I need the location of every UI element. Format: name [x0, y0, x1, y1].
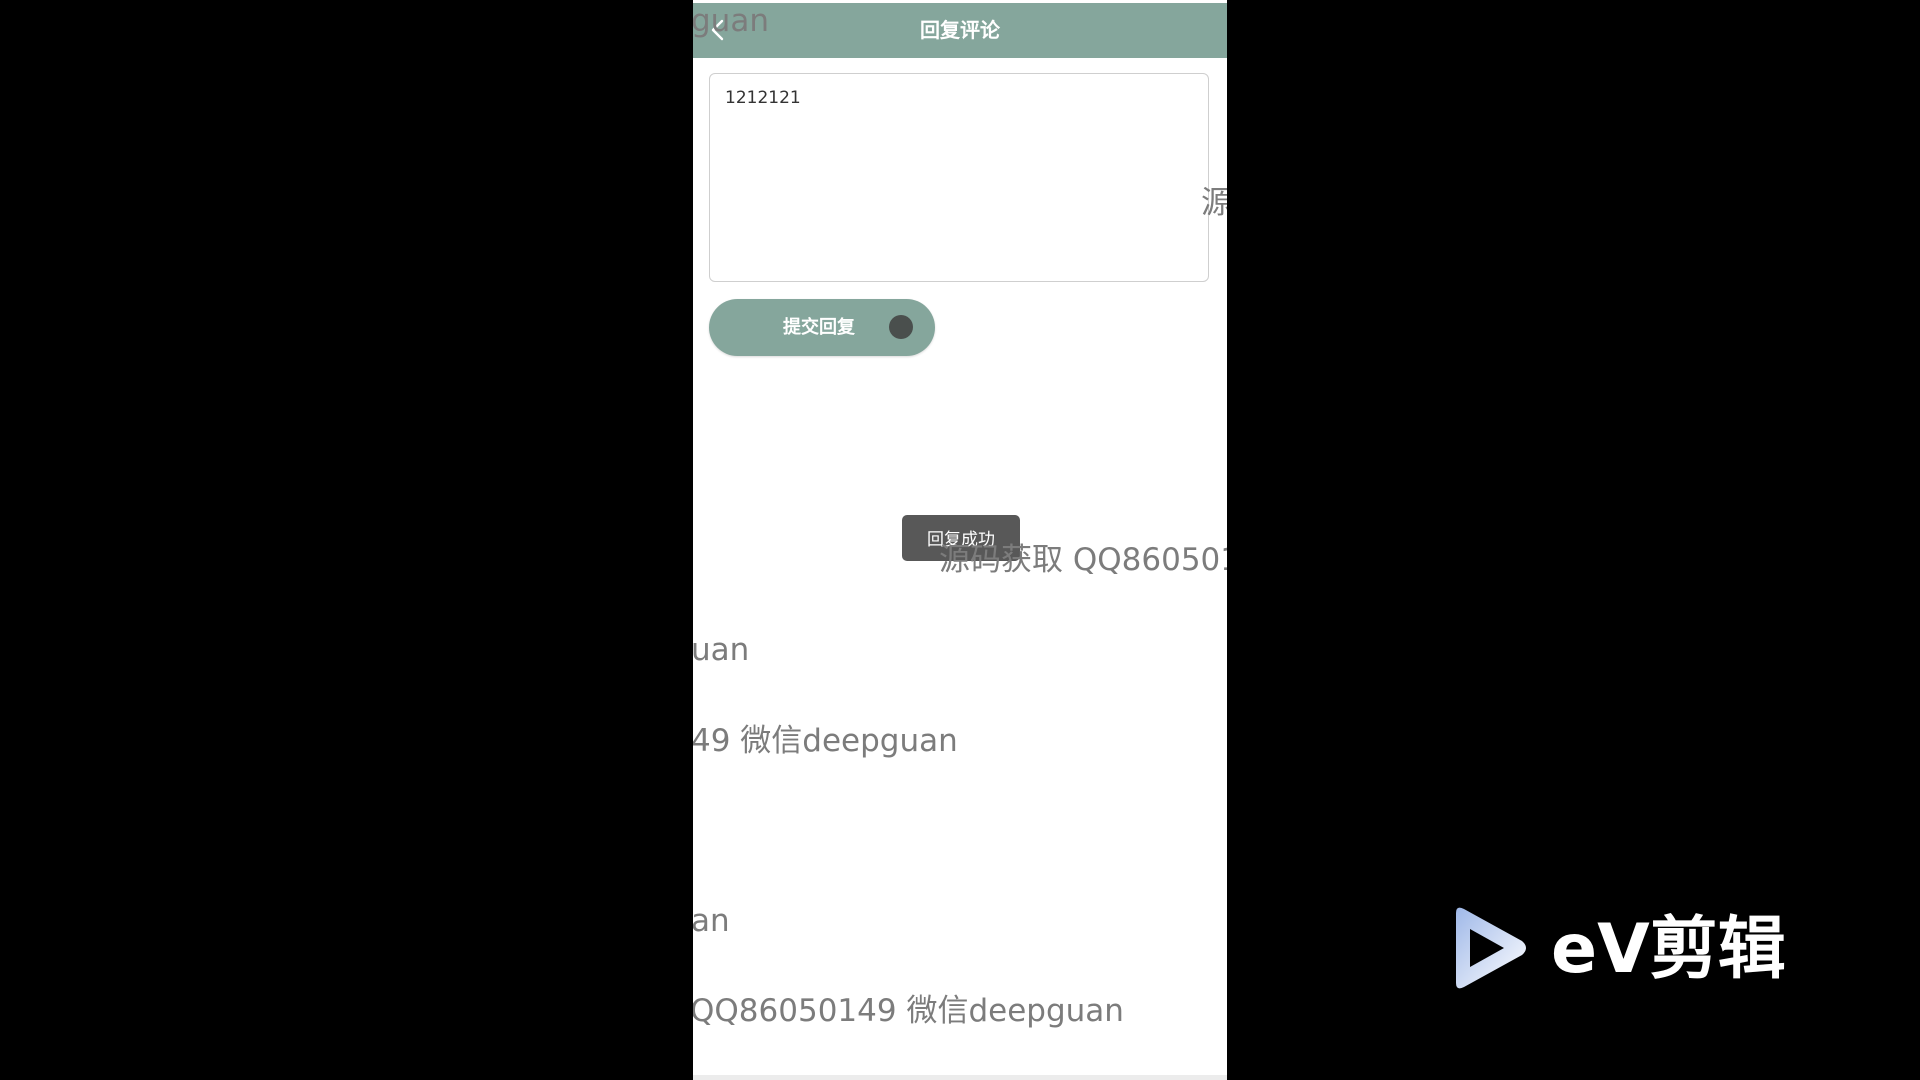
- play-icon: [1456, 907, 1526, 989]
- submit-reply-button[interactable]: 提交回复: [709, 299, 935, 356]
- video-frame: 回复评论 1212121 提交回复 回复成功 guan 源 源码获取 QQ860…: [0, 0, 1920, 1080]
- ev-logo-text: eV剪辑: [1551, 910, 1786, 989]
- submit-reply-label: 提交回复: [783, 317, 855, 338]
- loading-spinner-icon: [889, 315, 913, 339]
- phone-screen: 回复评论 1212121 提交回复 回复成功 guan 源 源码获取 QQ860…: [693, 0, 1227, 1080]
- watermark-text: 源: [1201, 185, 1227, 221]
- watermark-text: 49 微信deepguan: [693, 723, 958, 759]
- reply-textarea[interactable]: 1212121: [709, 73, 1209, 282]
- watermark-text: QQ86050149 微信deepguan: [693, 993, 1124, 1029]
- watermark-text: 源码获取 QQ860501: [939, 542, 1227, 578]
- ev-watermark-logo: eV剪辑: [1450, 905, 1830, 995]
- header-bar: 回复评论: [693, 3, 1227, 58]
- bottom-divider: [693, 1075, 1227, 1080]
- watermark-text: guan: [693, 3, 769, 39]
- watermark-text: uan: [693, 632, 750, 668]
- page-title: 回复评论: [920, 18, 1000, 42]
- watermark-text: an: [693, 903, 730, 939]
